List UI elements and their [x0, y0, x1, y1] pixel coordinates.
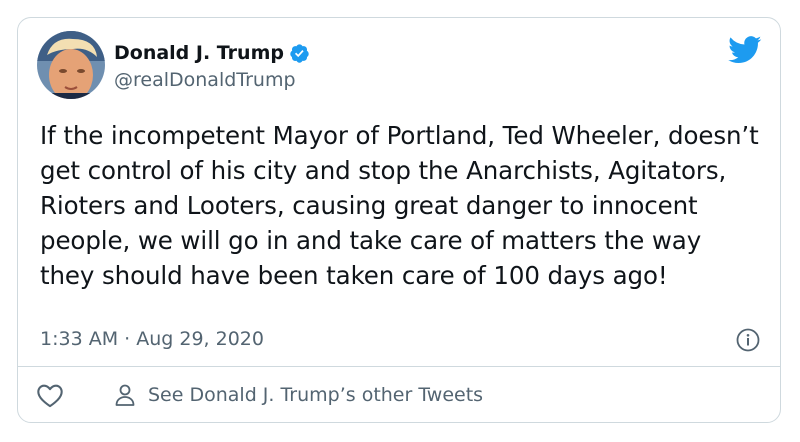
twitter-logo-icon[interactable]: [728, 36, 762, 64]
other-tweets-label: See Donald J. Trump’s other Tweets: [148, 384, 484, 406]
tweet-footer: See Donald J. Trump’s other Tweets: [36, 380, 483, 410]
tweet-timestamp[interactable]: 1:33 AM · Aug 29, 2020: [40, 328, 264, 350]
display-name[interactable]: Donald J. Trump: [114, 42, 284, 64]
tweet-card[interactable]: Donald J. Trump @realDonaldTrump If the …: [17, 17, 781, 423]
avatar[interactable]: [37, 31, 105, 99]
person-icon: [114, 383, 136, 407]
heart-icon[interactable]: [36, 382, 64, 408]
author-info[interactable]: Donald J. Trump @realDonaldTrump: [114, 40, 310, 91]
info-icon[interactable]: [736, 328, 760, 352]
verified-badge-icon: [289, 43, 310, 64]
handle[interactable]: @realDonaldTrump: [114, 69, 310, 91]
see-other-tweets-link[interactable]: See Donald J. Trump’s other Tweets: [114, 383, 483, 407]
divider: [18, 366, 780, 367]
tweet-text: If the incompetent Mayor of Portland, Te…: [40, 121, 767, 290]
